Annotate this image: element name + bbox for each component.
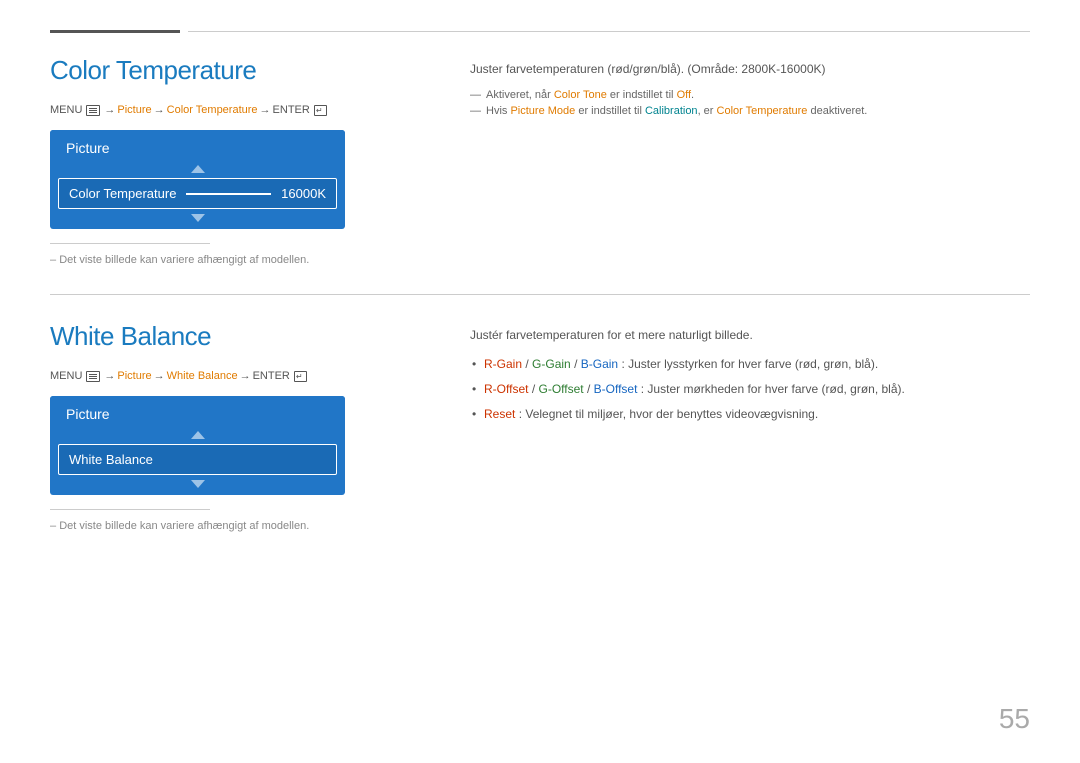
section1-right: Juster farvetemperaturen (rød/grøn/blå).… — [420, 55, 1030, 266]
arrow-down-1 — [50, 209, 345, 229]
r-offset-label: R-Offset — [484, 382, 528, 396]
bottom-note-line-2 — [50, 509, 210, 510]
list-item-gains: R-Gain / G-Gain / B-Gain : Juster lyssty… — [470, 355, 1030, 373]
arrow3: → — [260, 104, 271, 116]
section2-menu-path: MENU → Picture → White Balance → ENTER — [50, 370, 420, 382]
section-white-balance: White Balance MENU → Picture → White Bal… — [50, 321, 1030, 532]
arrow-up-2 — [50, 428, 345, 444]
section2-note: – Det viste billede kan variere afhængig… — [50, 520, 420, 532]
top-line-short — [50, 30, 180, 33]
section-divider — [50, 294, 1030, 295]
slider-track-1 — [186, 193, 271, 195]
section1-bullet2-text: Hvis Picture Mode er indstillet til Cali… — [486, 105, 867, 117]
color-temp-link: Color Temperature — [167, 104, 258, 116]
reset-text: : Velegnet til miljøer, hvor der benytte… — [519, 407, 818, 421]
section1-intro: Juster farvetemperaturen (rød/grøn/blå).… — [470, 60, 1030, 79]
enter-label-2: ENTER — [253, 370, 290, 382]
slash2-gains: / — [574, 357, 581, 371]
note-text-2: Det viste billede kan variere afhængigt … — [59, 520, 309, 532]
section1-bullet2: — Hvis Picture Mode er indstillet til Ca… — [470, 105, 1030, 117]
picture-box-1: Picture Color Temperature 16000K — [50, 130, 345, 229]
slash2-offsets: / — [587, 382, 594, 396]
page-container: Color Temperature MENU → Picture → Color… — [0, 0, 1080, 763]
picture-box-2: Picture White Balance — [50, 396, 345, 495]
section1-left: Color Temperature MENU → Picture → Color… — [50, 55, 420, 266]
section2-intro: Justér farvetemperaturen for et mere nat… — [470, 326, 1030, 345]
arrow-down-2 — [50, 475, 345, 495]
picture-box-2-header: Picture — [50, 396, 345, 428]
picture-link-2: Picture — [117, 370, 151, 382]
offsets-text: : Juster mørkheden for hver farve (rød, … — [641, 382, 905, 396]
page-number: 55 — [999, 703, 1030, 735]
enter-icon-2 — [294, 371, 307, 382]
r-gain-label: R-Gain — [484, 357, 522, 371]
note-dash-1: – — [50, 254, 59, 266]
off-highlight: Off — [677, 89, 691, 101]
menu-label-2: MENU — [50, 370, 82, 382]
list-item-offsets: R-Offset / G-Offset / B-Offset : Juster … — [470, 380, 1030, 398]
menu-label: MENU — [50, 104, 82, 116]
calibration-highlight: Calibration — [645, 105, 698, 117]
g-offset-label: G-Offset — [538, 382, 583, 396]
wb-link: White Balance — [167, 370, 238, 382]
color-temp-highlight: Color Temperature — [717, 105, 808, 117]
section1-bullet1: — Aktiveret, når Color Tone er indstille… — [470, 89, 1030, 101]
gains-text: : Juster lysstyrken for hver farve (rød,… — [621, 357, 878, 371]
section2-left: White Balance MENU → Picture → White Bal… — [50, 321, 420, 532]
arrow2: → — [154, 104, 165, 116]
note-dash-2: – — [50, 520, 59, 532]
picture-box-1-row: Color Temperature 16000K — [58, 178, 337, 209]
section2-title: White Balance — [50, 321, 420, 352]
arrow-up-1 — [50, 162, 345, 178]
picture-box-1-value: 16000K — [281, 186, 326, 201]
list-item-reset: Reset : Velegnet til miljøer, hvor der b… — [470, 405, 1030, 423]
reset-label: Reset — [484, 407, 515, 421]
section2-right: Justér farvetemperaturen for et mere nat… — [420, 321, 1030, 532]
top-decorative-lines — [50, 30, 1030, 33]
b-offset-label: B-Offset — [594, 382, 638, 396]
enter-label: ENTER — [273, 104, 310, 116]
section1-menu-path: MENU → Picture → Color Temperature → ENT… — [50, 104, 420, 116]
section1-bullet1-text: Aktiveret, når Color Tone er indstillet … — [486, 89, 694, 101]
section-color-temperature: Color Temperature MENU → Picture → Color… — [50, 55, 1030, 266]
top-line-long — [188, 31, 1030, 32]
menu-icon — [86, 105, 100, 116]
picture-box-1-header: Picture — [50, 130, 345, 162]
picture-box-2-row: White Balance — [58, 444, 337, 475]
picture-box-2-label: White Balance — [69, 452, 153, 467]
section1-note: – Det viste billede kan variere afhængig… — [50, 254, 420, 266]
section1-title: Color Temperature — [50, 55, 420, 86]
picture-mode-highlight: Picture Mode — [510, 105, 575, 117]
picture-link: Picture — [117, 104, 151, 116]
arrow1-2: → — [104, 370, 115, 382]
note-text-1: Det viste billede kan variere afhængigt … — [59, 254, 309, 266]
g-gain-label: G-Gain — [532, 357, 571, 371]
menu-icon-2 — [86, 371, 100, 382]
arrow2-2: → — [154, 370, 165, 382]
picture-box-1-label: Color Temperature — [69, 186, 176, 201]
enter-icon — [314, 105, 327, 116]
arrow3-2: → — [240, 370, 251, 382]
bottom-note-line-1 — [50, 243, 210, 244]
color-tone-highlight: Color Tone — [554, 89, 607, 101]
section2-list: R-Gain / G-Gain / B-Gain : Juster lyssty… — [470, 355, 1030, 423]
arrow1: → — [104, 104, 115, 116]
b-gain-label: B-Gain — [581, 357, 618, 371]
